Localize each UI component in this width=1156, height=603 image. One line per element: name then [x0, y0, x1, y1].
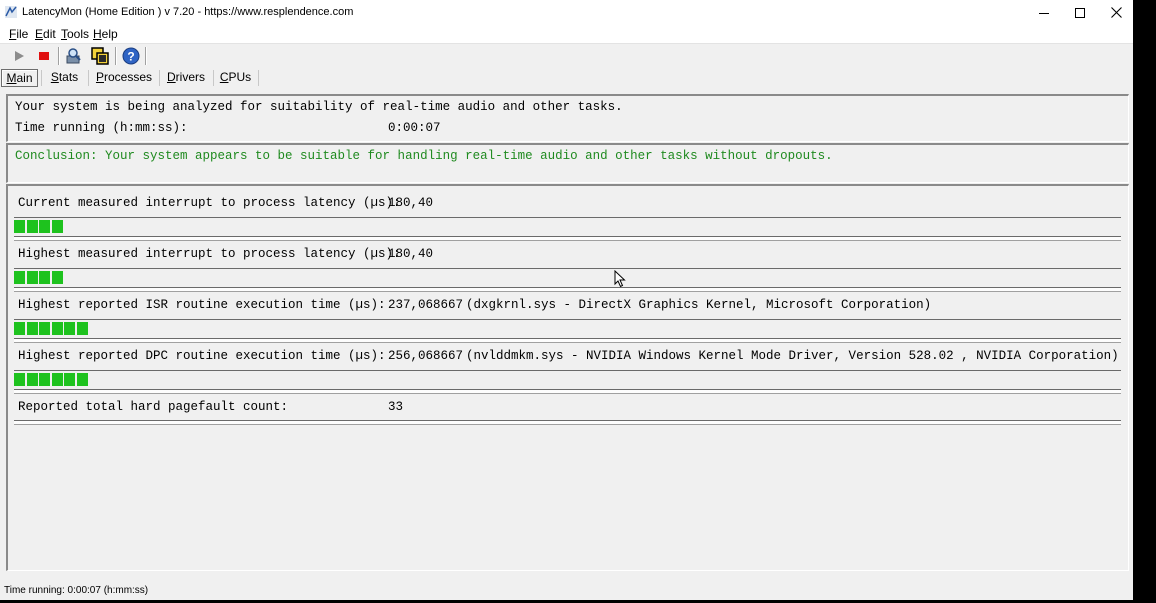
- bar-segment: [26, 220, 38, 233]
- tab-separator: [41, 70, 42, 86]
- bar-segment: [39, 220, 50, 233]
- latency-bar: [14, 370, 1121, 387]
- bar-segment: [14, 373, 25, 386]
- bar-segment: [64, 322, 75, 335]
- latency-bar: [14, 319, 1121, 336]
- bar-segment: [26, 322, 38, 335]
- bar-base: [14, 236, 1121, 241]
- metric-label: Highest reported ISR routine execution t…: [18, 298, 386, 312]
- status-bar: Time running: 0:00:07 (h:mm:ss): [0, 580, 1133, 600]
- help-icon: ?: [122, 47, 140, 65]
- close-button[interactable]: [1098, 0, 1133, 25]
- conclusion-panel: Conclusion: Your system appears to be su…: [6, 143, 1129, 183]
- app-icon: [5, 6, 17, 18]
- tab-bar: Main Stats Processes Drivers CPUs: [0, 68, 1133, 88]
- bar-segment: [51, 322, 63, 335]
- latencymon-window: LatencyMon (Home Edition ) v 7.20 - http…: [0, 0, 1133, 600]
- latency-bar: [14, 217, 1121, 234]
- close-icon: [1110, 7, 1122, 18]
- bar-segment: [39, 322, 50, 335]
- tab-separator: [258, 70, 259, 86]
- minimize-button[interactable]: [1026, 0, 1062, 25]
- tab-stats[interactable]: Stats: [46, 69, 83, 87]
- bar-segment: [51, 220, 63, 233]
- tab-separator: [88, 70, 89, 86]
- stop-button[interactable]: [33, 46, 55, 66]
- inspect-button[interactable]: [63, 46, 85, 66]
- svg-text:?: ?: [127, 50, 134, 64]
- analysis-panel: Your system is being analyzed for suitab…: [6, 94, 1129, 142]
- bar-segment: [14, 220, 25, 233]
- menu-file[interactable]: File: [9, 27, 28, 41]
- status-text: Time running: 0:00:07 (h:mm:ss): [4, 585, 149, 596]
- metric-label: Highest measured interrupt to process la…: [18, 247, 401, 261]
- play-icon: [15, 51, 24, 61]
- time-running-value: 0:00:07: [388, 121, 441, 135]
- stop-icon: [39, 52, 49, 60]
- bar-segment: [51, 271, 63, 284]
- metric-label: Current measured interrupt to process la…: [18, 196, 401, 210]
- bar-segment: [26, 271, 38, 284]
- bar-segment: [26, 373, 38, 386]
- bar-segment: [14, 271, 25, 284]
- start-button[interactable]: [8, 46, 30, 66]
- bar-segment: [39, 373, 50, 386]
- metrics-panel: Current measured interrupt to process la…: [6, 184, 1129, 571]
- bar-base: [14, 389, 1121, 394]
- inspect-icon: [66, 48, 81, 64]
- bar-segment: [39, 271, 50, 284]
- toolbar-separator: [58, 47, 60, 65]
- metric-value: 180,40: [388, 247, 434, 261]
- metric-detail: (dxgkrnl.sys - DirectX Graphics Kernel, …: [466, 298, 932, 312]
- bar-segment: [64, 373, 75, 386]
- mouse-cursor-icon: [614, 270, 626, 288]
- tab-processes[interactable]: Processes: [93, 69, 155, 87]
- menu-help[interactable]: Help: [93, 27, 118, 41]
- bar-segment: [76, 373, 88, 386]
- minimize-icon: [1039, 12, 1049, 14]
- maximize-button[interactable]: [1062, 0, 1098, 25]
- metric-label: Reported total hard pagefault count:: [18, 400, 289, 414]
- metric-value: 237,068667: [388, 298, 464, 312]
- title-bar[interactable]: LatencyMon (Home Edition ) v 7.20 - http…: [0, 0, 1133, 25]
- tab-main[interactable]: Main: [1, 69, 38, 87]
- toolbar: ?: [0, 44, 1133, 68]
- menu-tools[interactable]: Tools: [61, 27, 89, 41]
- metric-label: Highest reported DPC routine execution t…: [18, 349, 386, 363]
- bar-segment: [76, 322, 88, 335]
- analysis-status-text: Your system is being analyzed for suitab…: [15, 100, 623, 114]
- menu-bar: File Edit Tools Help: [0, 25, 1133, 44]
- bar-segment: [51, 373, 63, 386]
- time-running-label: Time running (h:mm:ss):: [15, 121, 188, 135]
- help-button[interactable]: ?: [120, 46, 142, 66]
- bar-base: [14, 338, 1121, 343]
- bar-base: [14, 420, 1121, 425]
- cpu-button[interactable]: [89, 46, 111, 66]
- tab-cpus[interactable]: CPUs: [218, 69, 253, 87]
- maximize-icon: [1075, 7, 1085, 18]
- toolbar-separator: [115, 47, 117, 65]
- tab-separator: [159, 70, 160, 86]
- bar-base: [14, 287, 1121, 292]
- bar-segment: [14, 322, 25, 335]
- menu-edit[interactable]: Edit: [35, 27, 56, 41]
- metric-value: 256,068667: [388, 349, 464, 363]
- toolbar-separator: [145, 47, 147, 65]
- metric-detail: (nvlddmkm.sys - NVIDIA Windows Kernel Mo…: [466, 349, 1119, 363]
- latency-bar: [14, 268, 1121, 285]
- tab-separator: [213, 70, 214, 86]
- cpu-icon: [91, 47, 109, 65]
- metric-value: 180,40: [388, 196, 434, 210]
- window-title: LatencyMon (Home Edition ) v 7.20 - http…: [22, 6, 354, 18]
- metric-value: 33: [388, 400, 404, 414]
- conclusion-text: Conclusion: Your system appears to be su…: [15, 149, 833, 163]
- tab-drivers[interactable]: Drivers: [164, 69, 208, 87]
